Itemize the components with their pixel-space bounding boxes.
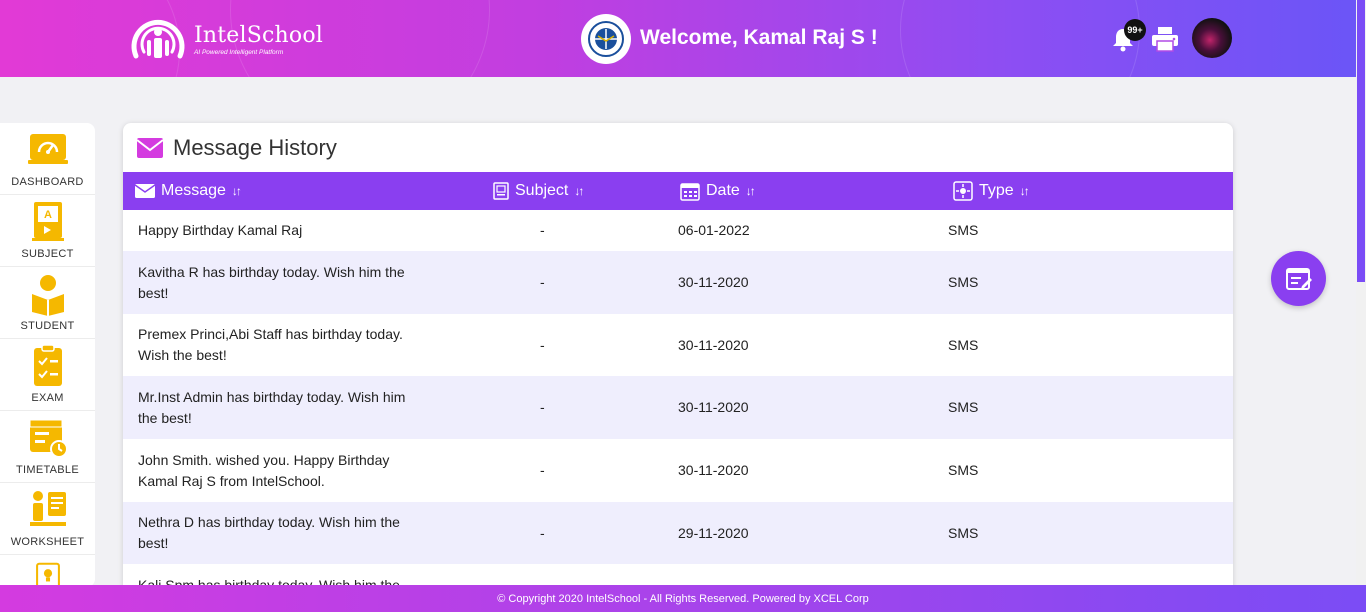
school-emblem-icon [588,21,624,57]
type-cell: SMS [948,462,979,478]
date-cell: 30-11-2020 [678,462,749,478]
svg-text:A: A [44,209,52,221]
sort-icon[interactable]: ↓↑ [574,184,584,198]
notification-count-badge: 99+ [1124,19,1146,41]
student-icon [31,275,64,316]
table-row[interactable]: Mr.Inst Admin has birthday today. Wish h… [123,376,1233,439]
message-cell: Happy Birthday Kamal Raj [138,222,303,238]
type-icon [953,181,973,201]
timetable-icon [29,419,68,458]
sidebar-item-label: EXAM [31,392,64,404]
subject-cell: - [540,336,545,353]
message-cell: Mr.Inst Admin has birthday today. Wish h… [138,388,406,426]
table-row[interactable]: Kavitha R has birthday today. Wish him t… [123,251,1233,314]
brand-logo[interactable]: IntelSchool AI Powered Intelligent Platf… [128,12,323,66]
subject-cell: - [540,462,545,478]
sidebar-item-timetable[interactable]: TIMETABLE [0,411,95,483]
page-footer: © Copyright 2020 IntelSchool - All Right… [0,585,1366,612]
user-avatar[interactable] [1192,18,1232,58]
table-row[interactable]: Nethra D has birthday today. Wish him th… [123,502,1233,564]
date-cell: 06-01-2022 [678,222,750,238]
book-icon [493,182,509,200]
page-scrollbar-thumb[interactable] [1357,0,1365,282]
type-cell: SMS [948,399,979,415]
dashboard-icon [27,134,68,164]
subject-icon: A [31,202,64,241]
sort-icon[interactable]: ↓↑ [1020,184,1030,198]
brand-name: IntelSchool [194,22,324,48]
date-cell: 29-11-2020 [678,524,749,541]
sidebar-item-subject[interactable]: A SUBJECT [0,195,95,267]
column-label: Date [706,182,740,199]
envelope-icon [136,137,164,158]
printer-icon[interactable] [1150,25,1180,53]
panel-header: Message History [123,123,1233,172]
sidebar-item-label: TIMETABLE [15,464,79,476]
column-label: Type [979,182,1014,199]
sidebar-item-label: DASHBOARD [11,176,84,188]
sidebar-item-worksheet[interactable]: WORKSHEET [0,483,95,555]
sort-icon[interactable]: ↓↑ [232,184,242,198]
copyright-text: © Copyright 2020 IntelSchool - All Right… [497,592,869,605]
message-cell: Nethra D has birthday today. Wish him th… [138,514,400,551]
date-cell: 30-11-2020 [678,399,749,415]
type-cell: SMS [948,274,979,290]
header-decoration [900,0,1140,77]
type-cell: SMS [948,524,979,541]
lightbulb-icon [35,562,60,587]
sidebar-item-more[interactable] [0,555,95,587]
school-emblem [581,14,631,64]
message-cell: Kavitha R has birthday today. Wish him t… [138,263,405,301]
table-row[interactable]: Happy Birthday Kamal Raj - 06-01-2022 SM… [123,210,1233,251]
calendar-icon [680,183,700,201]
message-cell: John Smith. wished you. Happy Birthday K… [138,451,390,489]
exam-icon [33,344,62,386]
sidebar-item-label: SUBJECT [21,248,74,260]
subject-cell: - [540,222,545,238]
subject-cell: - [540,274,545,290]
date-cell: 30-11-2020 [678,336,749,353]
column-header-type[interactable]: Type ↓↑ [953,172,1030,210]
envelope-icon [135,184,155,198]
table-row[interactable]: Premex Princi,Abi Staff has birthday tod… [123,314,1233,376]
compose-icon [1285,267,1312,290]
message-history-panel: Message History Message ↓↑ Subject ↓↑ Da… [123,123,1233,593]
column-label: Message [161,182,226,199]
date-cell: 30-11-2020 [678,274,749,290]
intelschool-logo-icon [131,19,185,59]
message-cell: Premex Princi,Abi Staff has birthday tod… [138,326,403,363]
subject-cell: - [540,399,545,415]
column-label: Subject [515,182,569,199]
column-header-message[interactable]: Message ↓↑ [135,172,242,210]
sidebar-item-exam[interactable]: EXAM [0,339,95,411]
sort-icon[interactable]: ↓↑ [746,184,756,198]
table-row[interactable]: John Smith. wished you. Happy Birthday K… [123,439,1233,502]
type-cell: SMS [948,336,979,353]
top-header: IntelSchool AI Powered Intelligent Platf… [0,0,1356,77]
column-header-subject[interactable]: Subject ↓↑ [493,172,584,210]
page-title: Message History [173,134,337,160]
sidebar-nav: DASHBOARD A SUBJECT STUDENT EXAM TIMETAB… [0,123,95,587]
subject-cell: - [540,524,545,541]
type-cell: SMS [948,222,979,238]
compose-message-button[interactable] [1271,251,1326,306]
sidebar-item-label: STUDENT [20,320,75,332]
sidebar-item-dashboard[interactable]: DASHBOARD [0,123,95,195]
table-header: Message ↓↑ Subject ↓↑ Date ↓↑ Type ↓↑ [123,172,1233,210]
sidebar-item-student[interactable]: STUDENT [0,267,95,339]
worksheet-icon [29,491,66,526]
brand-tagline: AI Powered Intelligent Platform [194,48,284,56]
column-header-date[interactable]: Date ↓↑ [680,172,756,210]
welcome-message: Welcome, Kamal Raj S ! [640,26,878,49]
sidebar-item-label: WORKSHEET [10,536,85,548]
